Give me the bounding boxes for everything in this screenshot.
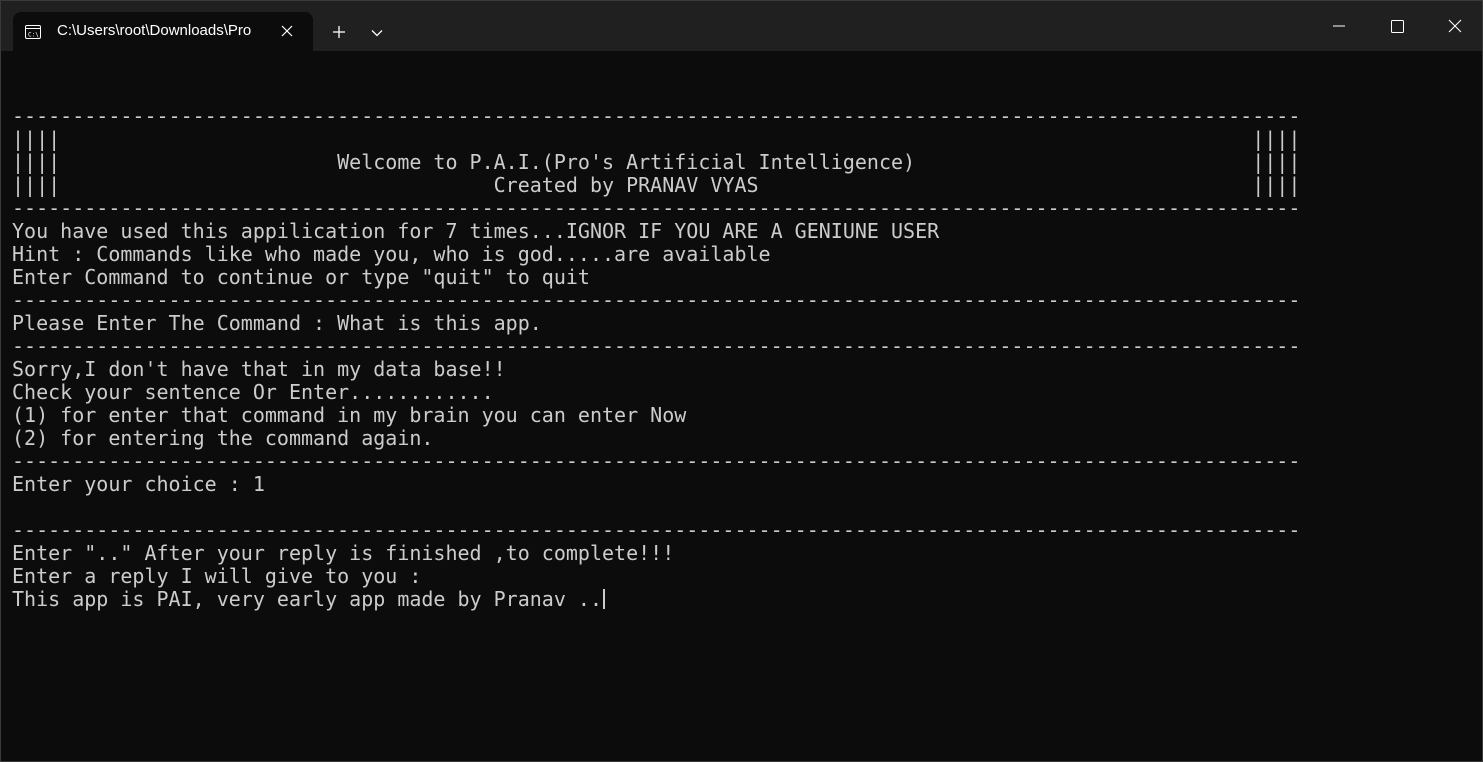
terminal-line: You have used this appilication for 7 ti… xyxy=(12,219,940,243)
tab-active[interactable]: C:\ C:\Users\root\Downloads\Pro xyxy=(13,12,313,51)
terminal-window: C:\ C:\Users\root\Downloads\Pro --------… xyxy=(0,0,1483,762)
terminal-input-text: This app is PAI, very early app made by … xyxy=(12,587,603,611)
terminal-line: |||| Created by PRANAV VYAS |||| xyxy=(12,173,1301,197)
text-cursor xyxy=(603,589,606,609)
terminal-line: |||| |||| xyxy=(12,127,1301,151)
terminal-line: ----------------------------------------… xyxy=(12,104,1301,128)
close-tab-icon[interactable] xyxy=(277,21,297,41)
close-window-icon[interactable] xyxy=(1426,1,1483,51)
terminal-line: Please Enter The Command : What is this … xyxy=(12,311,542,335)
terminal-line: Enter ".." After your reply is finished … xyxy=(12,541,675,565)
terminal-output[interactable]: ----------------------------------------… xyxy=(12,82,1472,752)
terminal-line: Sorry,I don't have that in my data base!… xyxy=(12,357,506,381)
terminal-line: ----------------------------------------… xyxy=(12,196,1301,220)
terminal-line: ----------------------------------------… xyxy=(12,449,1301,473)
tab-bar: C:\ C:\Users\root\Downloads\Pro xyxy=(1,1,1482,51)
terminal-line: Enter your choice : 1 xyxy=(12,472,265,496)
terminal-icon: C:\ xyxy=(25,24,41,39)
terminal-line: (2) for entering the command again. xyxy=(12,426,434,450)
terminal-line: Enter Command to continue or type "quit"… xyxy=(12,265,590,289)
terminal-line: Hint : Commands like who made you, who i… xyxy=(12,242,771,266)
minimize-icon[interactable] xyxy=(1310,1,1368,51)
terminal-input-line[interactable]: This app is PAI, very early app made by … xyxy=(12,588,1472,611)
terminal-line: ----------------------------------------… xyxy=(12,518,1301,542)
terminal-line: (1) for enter that command in my brain y… xyxy=(12,403,687,427)
tab-title: C:\Users\root\Downloads\Pro xyxy=(57,22,252,39)
maximize-icon[interactable] xyxy=(1368,1,1426,51)
terminal-line: ----------------------------------------… xyxy=(12,288,1301,312)
tab-dropdown-chevron-down-icon[interactable] xyxy=(363,20,391,46)
new-tab-plus-icon[interactable] xyxy=(323,18,355,46)
terminal-line: ----------------------------------------… xyxy=(12,334,1301,358)
terminal-line: |||| Welcome to P.A.I.(Pro's Artificial … xyxy=(12,150,1301,174)
terminal-line: Check your sentence Or Enter............ xyxy=(12,380,494,404)
svg-text:C:\: C:\ xyxy=(28,32,39,39)
terminal-line: Enter a reply I will give to you : xyxy=(12,564,422,588)
